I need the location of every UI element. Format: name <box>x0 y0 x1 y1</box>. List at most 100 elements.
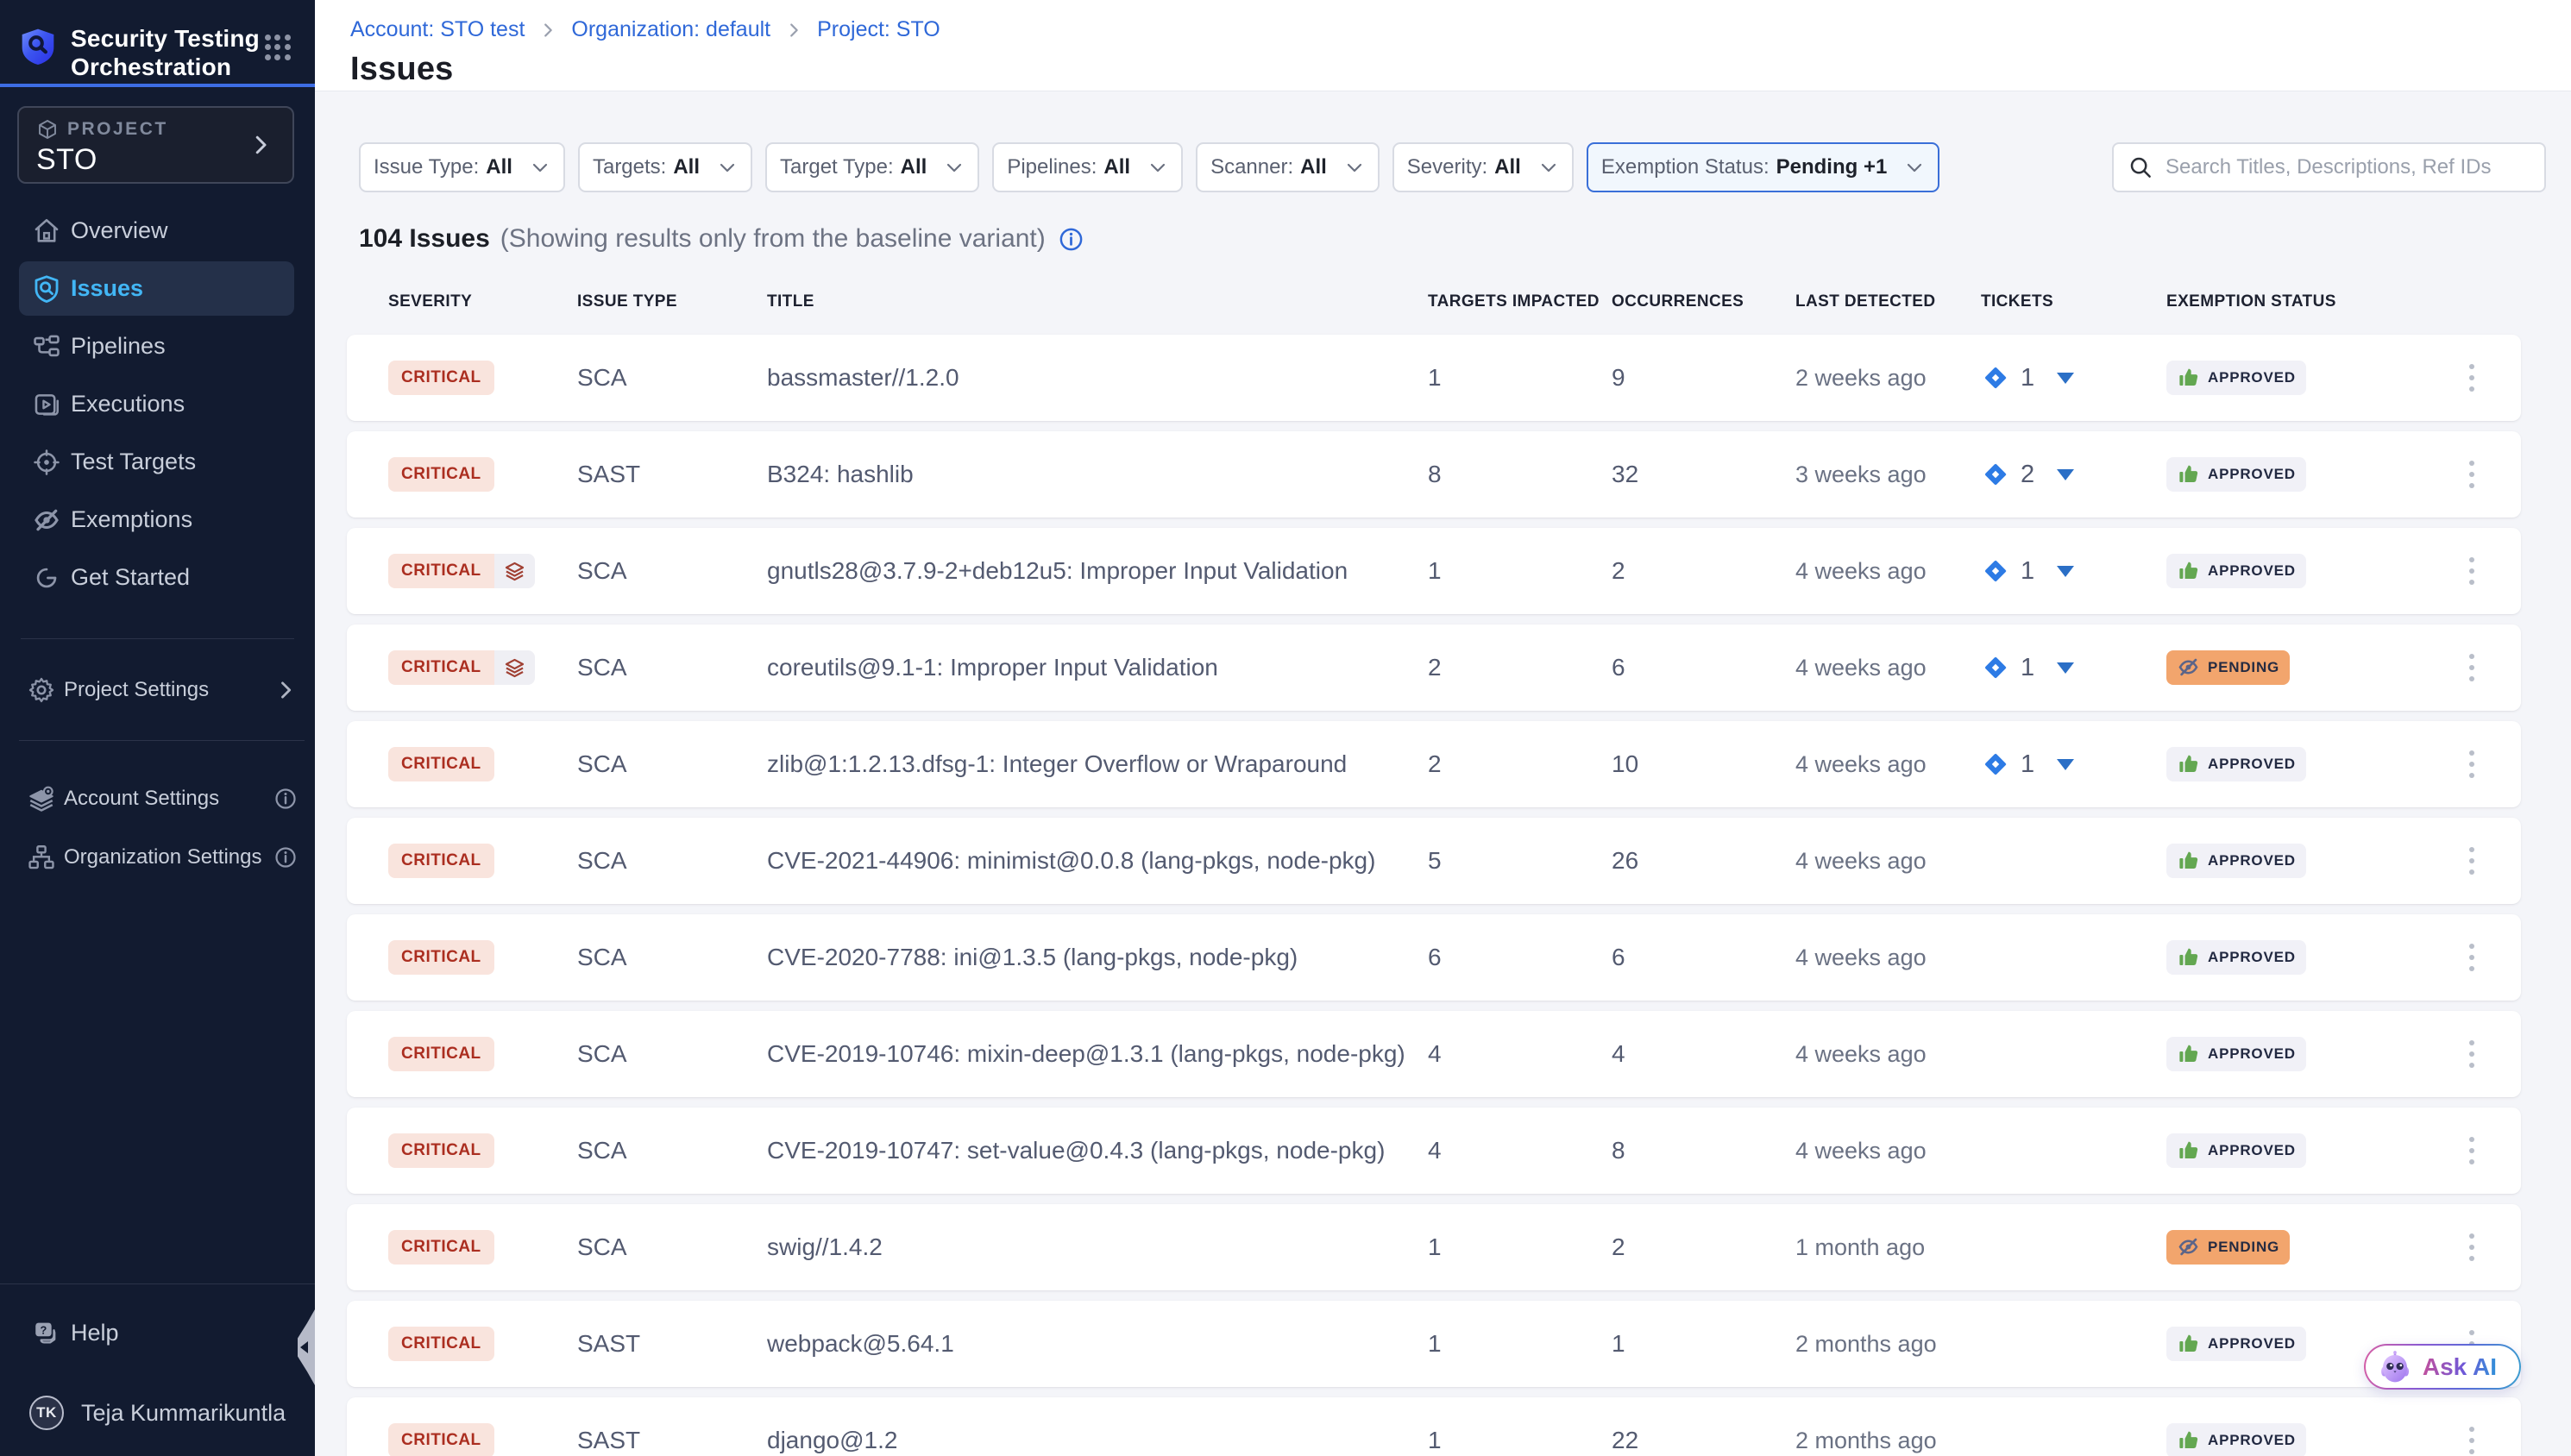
sidebar-item-executions[interactable]: Executions <box>19 377 294 431</box>
table-row[interactable]: CRITICAL SCA CVE-2021-44906: minimist@0.… <box>347 818 2521 904</box>
title-cell[interactable]: CVE-2019-10747: set-value@0.4.3 (lang-pk… <box>767 1137 1428 1164</box>
breadcrumb-project[interactable]: Project: STO <box>817 17 940 42</box>
row-menu-icon[interactable] <box>2464 842 2480 880</box>
row-menu-icon[interactable] <box>2464 1035 2480 1073</box>
row-menu-icon[interactable] <box>2464 359 2480 397</box>
caret-down-icon[interactable] <box>2057 566 2074 577</box>
search-input[interactable] <box>2166 155 2529 179</box>
table-row[interactable]: CRITICAL SCA gnutls28@3.7.9-2+deb12u5: I… <box>347 528 2521 614</box>
row-menu-icon[interactable] <box>2464 938 2480 976</box>
sidebar-user[interactable]: TK Teja Kummarikuntla <box>19 1387 294 1439</box>
filter-target-type[interactable]: Target Type: All <box>765 142 979 192</box>
sidebar-item-overview[interactable]: Overview <box>19 204 294 258</box>
table-row[interactable]: CRITICAL SCA coreutils@9.1-1: Improper I… <box>347 624 2521 711</box>
filter-targets[interactable]: Targets: All <box>578 142 752 192</box>
filter-severity[interactable]: Severity: All <box>1392 142 1574 192</box>
table-row[interactable]: CRITICAL SCA zlib@1:1.2.13.dfsg-1: Integ… <box>347 721 2521 807</box>
thumbs-up-icon <box>2177 559 2200 582</box>
sidebar-item-project-settings[interactable]: Project Settings <box>19 662 305 717</box>
table-row[interactable]: CRITICAL SAST B324: hashlib 8 32 3 weeks… <box>347 431 2521 518</box>
row-menu-icon[interactable] <box>2464 745 2480 783</box>
tickets-cell[interactable]: 1 <box>1981 653 2166 682</box>
caret-down-icon[interactable] <box>2057 373 2074 384</box>
app-title: Security Testing Orchestration <box>71 24 260 81</box>
sidebar-item-get-started[interactable]: Get Started <box>19 550 294 605</box>
row-menu-icon[interactable] <box>2464 552 2480 590</box>
table-row[interactable]: CRITICAL SCA CVE-2019-10746: mixin-deep@… <box>347 1011 2521 1097</box>
col-title: TITLE <box>767 285 1428 319</box>
caret-down-icon[interactable] <box>2057 662 2074 674</box>
occurrences-cell: 2 <box>1612 1233 1795 1261</box>
filter-value: All <box>1103 155 1130 179</box>
sidebar-item-account-settings[interactable]: Account Settings <box>19 771 305 825</box>
tickets-cell[interactable]: 1 <box>1981 363 2166 392</box>
title-cell[interactable]: CVE-2020-7788: ini@1.3.5 (lang-pkgs, nod… <box>767 944 1428 971</box>
breadcrumb-organization[interactable]: Organization: default <box>571 17 770 42</box>
status-label: APPROVED <box>2208 756 2296 773</box>
sidebar-item-issues[interactable]: Issues <box>19 261 294 316</box>
project-selector[interactable]: PROJECT STO <box>17 106 294 184</box>
table-row[interactable]: CRITICAL SCA CVE-2020-7788: ini@1.3.5 (l… <box>347 914 2521 1001</box>
table-row[interactable]: CRITICAL SCA CVE-2019-10747: set-value@0… <box>347 1108 2521 1194</box>
sidebar-item-organization-settings[interactable]: Organization Settings <box>19 830 305 884</box>
title-cell[interactable]: gnutls28@3.7.9-2+deb12u5: Improper Input… <box>767 557 1428 585</box>
help-chat-icon <box>31 1317 62 1348</box>
ask-ai-button[interactable]: Ask AI <box>2364 1344 2521 1390</box>
chevron-down-icon <box>530 157 550 178</box>
table-row[interactable]: CRITICAL SCA swig//1.4.2 1 2 1 month ago… <box>347 1204 2521 1290</box>
tickets-cell[interactable]: 1 <box>1981 750 2166 779</box>
title-cell[interactable]: webpack@5.64.1 <box>767 1330 1428 1358</box>
sidebar-item-test-targets[interactable]: Test Targets <box>19 435 294 489</box>
row-menu-icon[interactable] <box>2464 1228 2480 1266</box>
get-started-icon <box>31 562 62 593</box>
eye-off-icon <box>31 505 62 536</box>
caret-down-icon[interactable] <box>2057 759 2074 770</box>
title-cell[interactable]: django@1.2 <box>767 1427 1428 1454</box>
caret-down-icon[interactable] <box>2057 469 2074 480</box>
title-cell[interactable]: CVE-2019-10746: mixin-deep@1.3.1 (lang-p… <box>767 1040 1428 1068</box>
status-label: APPROVED <box>2208 466 2296 483</box>
info-icon[interactable] <box>273 845 298 869</box>
title-cell[interactable]: CVE-2021-44906: minimist@0.0.8 (lang-pkg… <box>767 847 1428 875</box>
info-icon[interactable] <box>273 787 298 811</box>
status-label: APPROVED <box>2208 1335 2296 1352</box>
filter-pipelines[interactable]: Pipelines: All <box>992 142 1183 192</box>
table-row[interactable]: CRITICAL SCA bassmaster//1.2.0 1 9 2 wee… <box>347 335 2521 421</box>
filter-exemption-status[interactable]: Exemption Status: Pending +1 <box>1587 142 1939 192</box>
tickets-cell[interactable]: 2 <box>1981 460 2166 489</box>
occurrences-cell: 6 <box>1612 944 1795 971</box>
title-cell[interactable]: B324: hashlib <box>767 461 1428 488</box>
row-menu-icon[interactable] <box>2464 1132 2480 1170</box>
title-cell[interactable]: coreutils@9.1-1: Improper Input Validati… <box>767 654 1428 681</box>
brand: Security Testing Orchestration <box>0 0 315 81</box>
module-grid-icon[interactable] <box>265 35 291 60</box>
title-cell[interactable]: bassmaster//1.2.0 <box>767 364 1428 392</box>
thumbs-up-icon <box>2177 945 2200 969</box>
tickets-cell[interactable]: 1 <box>1981 556 2166 586</box>
info-icon[interactable] <box>1058 226 1084 253</box>
jira-icon <box>1981 556 2010 586</box>
filter-issue-type[interactable]: Issue Type: All <box>359 142 565 192</box>
last-detected-cell: 4 weeks ago <box>1795 945 1981 971</box>
title-cell[interactable]: zlib@1:1.2.13.dfsg-1: Integer Overflow o… <box>767 750 1428 778</box>
row-menu-icon[interactable] <box>2464 1421 2480 1456</box>
title-cell[interactable]: swig//1.4.2 <box>767 1233 1428 1261</box>
table-row[interactable]: CRITICAL SAST webpack@5.64.1 1 1 2 month… <box>347 1301 2521 1387</box>
status-cell: APPROVED <box>2166 1423 2416 1456</box>
collapse-left-icon <box>300 1341 308 1353</box>
sidebar-item-exemptions[interactable]: Exemptions <box>19 493 294 547</box>
sidebar-item-help[interactable]: Help <box>19 1307 294 1359</box>
ticket-count: 1 <box>2021 654 2034 682</box>
table-row[interactable]: CRITICAL SAST django@1.2 1 22 2 months a… <box>347 1397 2521 1456</box>
filter-scanner[interactable]: Scanner: All <box>1196 142 1380 192</box>
sidebar-item-pipelines[interactable]: Pipelines <box>19 319 294 373</box>
status-badge: APPROVED <box>2166 844 2306 878</box>
breadcrumb-account[interactable]: Account: STO test <box>350 17 525 42</box>
status-badge: APPROVED <box>2166 940 2306 975</box>
severity-badge: CRITICAL <box>388 1327 494 1361</box>
row-menu-icon[interactable] <box>2464 455 2480 493</box>
severity-cell: CRITICAL <box>388 1037 577 1071</box>
row-menu-icon[interactable] <box>2464 649 2480 687</box>
chevron-right-icon[interactable] <box>248 132 273 158</box>
last-detected-cell: 4 weeks ago <box>1795 655 1981 681</box>
